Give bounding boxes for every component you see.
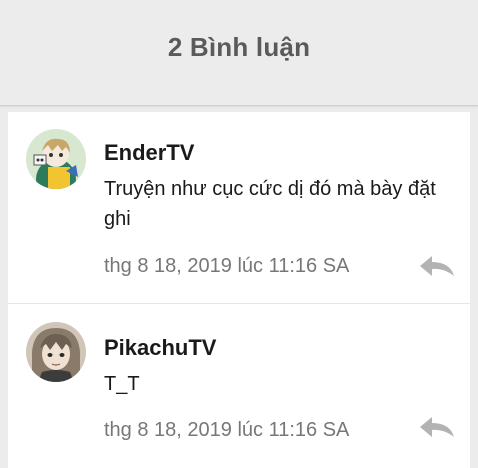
comment-timestamp: thg 8 18, 2019 lúc 11:16 SA [104,255,350,277]
comment-item: EnderTV Truyện như cục cức dị đó mà bày … [8,112,470,304]
avatar-image [26,322,86,382]
comment-text: Truyện như cục cức dị đó mà bày đặt ghi [104,178,436,230]
avatar-image [26,129,86,189]
reply-icon[interactable] [418,415,456,439]
comment-text: T_T [104,373,140,395]
comment-author[interactable]: PikachuTV [104,335,216,361]
comment-timestamp: thg 8 18, 2019 lúc 11:16 SA [104,419,350,441]
avatar[interactable] [26,129,86,189]
avatar[interactable] [26,322,86,382]
comment-list: EnderTV Truyện như cục cức dị đó mà bày … [8,112,470,468]
comments-header: 2 Bình luận [0,0,478,106]
comment-author[interactable]: EnderTV [104,140,194,166]
comment-count-title: 2 Bình luận [167,32,311,62]
comment-item: PikachuTV T_T thg 8 18, 2019 lúc 11:16 S… [8,305,470,468]
reply-icon[interactable] [418,254,456,278]
